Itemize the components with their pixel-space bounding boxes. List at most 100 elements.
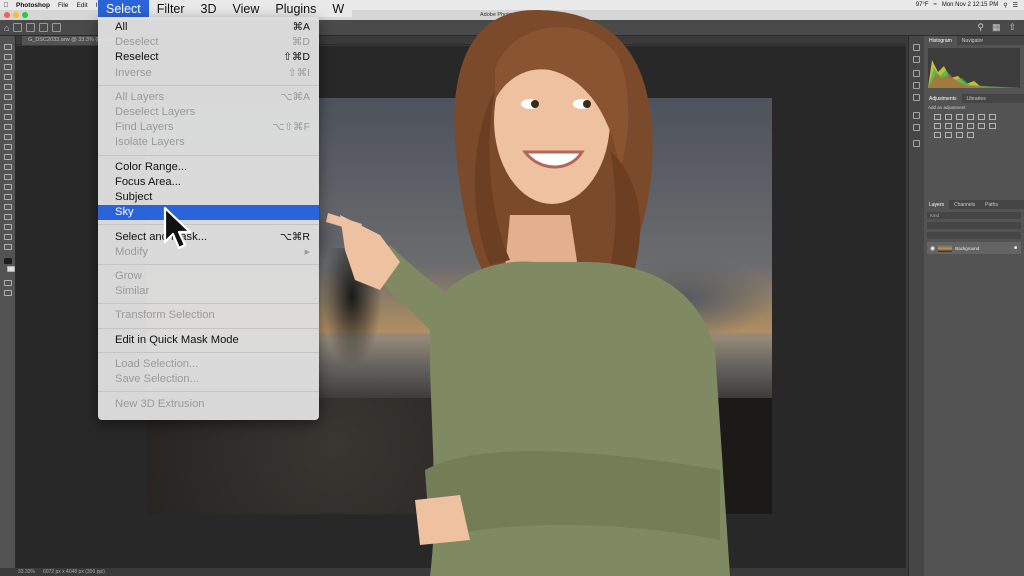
menu-item-inverse[interactable]: Inverse ⇧⌘I	[98, 66, 319, 81]
layer-filter-kind[interactable]: Kind	[927, 212, 1021, 219]
tab-navigator[interactable]: Navigator	[957, 36, 988, 45]
weather-temp[interactable]: 97°F	[916, 2, 929, 8]
properties-panel-icon[interactable]	[913, 70, 920, 77]
dodge-tool-icon[interactable]	[4, 184, 12, 190]
levels-icon[interactable]	[945, 114, 952, 120]
blur-tool-icon[interactable]	[4, 174, 12, 180]
pen-tool-icon[interactable]	[4, 194, 12, 200]
color-lookup-icon[interactable]	[978, 123, 985, 129]
paragraph-panel-icon[interactable]	[913, 124, 920, 131]
tab-libraries[interactable]: Libraries	[962, 94, 991, 103]
crop-tool-icon[interactable]	[4, 84, 12, 90]
actions-panel-icon[interactable]	[913, 56, 920, 63]
menu-app-name[interactable]: Photoshop	[12, 2, 54, 9]
tab-channels[interactable]: Channels	[949, 200, 980, 209]
curves-icon[interactable]	[956, 114, 963, 120]
menu-item-find-layers[interactable]: Find Layers ⌥⇧⌘F	[98, 120, 319, 135]
menu-item-all-layers[interactable]: All Layers ⌥⌘A	[98, 90, 319, 105]
menu-item-reselect[interactable]: Reselect ⇧⌘D	[98, 50, 319, 65]
menu-item-load-selection[interactable]: Load Selection...	[98, 357, 319, 372]
type-tool-icon[interactable]	[4, 204, 12, 210]
menu-item-deselect[interactable]: Deselect ⌘D	[98, 35, 319, 50]
gradient-map-icon[interactable]	[956, 132, 963, 138]
channel-mixer-icon[interactable]	[967, 123, 974, 129]
menu-view[interactable]: View	[225, 0, 268, 17]
vibrance-icon[interactable]	[978, 114, 985, 120]
clone-stamp-tool-icon[interactable]	[4, 134, 12, 140]
eraser-tool-icon[interactable]	[4, 154, 12, 160]
workspace-icon[interactable]: ▦	[992, 22, 1001, 33]
layer-visibility-eye-icon[interactable]: ◉	[930, 245, 935, 252]
selective-color-icon[interactable]	[967, 132, 974, 138]
document-info[interactable]: 6072 px x 4048 px (300 ppi)	[43, 569, 105, 575]
photo-filter-icon[interactable]	[956, 123, 963, 129]
background-color-swatch[interactable]	[7, 266, 15, 272]
menu-window[interactable]: W	[324, 0, 352, 17]
home-icon[interactable]: ⌂	[4, 23, 9, 33]
black-white-icon[interactable]	[945, 123, 952, 129]
apple-icon[interactable]: 	[0, 2, 12, 9]
new-selection-icon[interactable]	[26, 23, 36, 32]
menu-item-new-3d-extrusion[interactable]: New 3D Extrusion	[98, 397, 319, 412]
menu-item-sky[interactable]: Sky	[98, 205, 319, 221]
threshold-icon[interactable]	[945, 132, 952, 138]
zoom-tool-icon[interactable]	[4, 244, 12, 250]
tab-adjustments[interactable]: Adjustments	[924, 94, 962, 103]
menu-filter[interactable]: Filter	[149, 0, 193, 17]
quick-mask-icon[interactable]	[4, 280, 12, 286]
menu-edit[interactable]: Edit	[72, 2, 91, 9]
move-tool-icon[interactable]	[4, 44, 12, 50]
tab-layers[interactable]: Layers	[924, 200, 950, 209]
menu-item-all[interactable]: All ⌘A	[98, 20, 319, 35]
menu-item-quick-mask[interactable]: Edit in Quick Mask Mode	[98, 333, 319, 348]
menu-3d[interactable]: 3D	[193, 0, 225, 17]
spotlight-search-icon[interactable]: ⚲	[1003, 2, 1007, 9]
menu-select[interactable]: Select	[98, 0, 149, 17]
menu-item-color-range[interactable]: Color Range...	[98, 160, 319, 175]
menu-file[interactable]: File	[54, 2, 72, 9]
subtract-selection-icon[interactable]	[52, 23, 62, 32]
control-center-icon[interactable]: ☰	[1013, 2, 1018, 9]
marquee-tool-icon[interactable]	[4, 54, 12, 60]
lasso-tool-icon[interactable]	[4, 64, 12, 70]
brush-tool-icon[interactable]	[4, 124, 12, 130]
clock[interactable]: Mon Nov 2 12:15 PM	[942, 2, 998, 8]
quick-selection-tool-icon[interactable]	[4, 74, 12, 80]
layer-background-row[interactable]: ◉ Background ■	[927, 242, 1021, 254]
menu-item-transform-selection[interactable]: Transform Selection	[98, 308, 319, 323]
shape-tool-icon[interactable]	[4, 224, 12, 230]
minimize-window-button[interactable]	[13, 12, 19, 18]
menu-item-subject[interactable]: Subject	[98, 190, 319, 205]
gradient-tool-icon[interactable]	[4, 164, 12, 170]
history-panel-icon[interactable]	[913, 44, 920, 51]
color-balance-icon[interactable]	[934, 123, 941, 129]
posterize-icon[interactable]	[934, 132, 941, 138]
swatches-panel-icon[interactable]	[913, 94, 920, 101]
close-window-button[interactable]	[4, 12, 10, 18]
zoom-window-button[interactable]	[22, 12, 28, 18]
menu-item-grow[interactable]: Grow	[98, 269, 319, 284]
search-icon[interactable]: ⚲	[977, 22, 984, 33]
share-icon[interactable]: ⇧	[1008, 22, 1016, 33]
hue-saturation-icon[interactable]	[989, 114, 996, 120]
invert-icon[interactable]	[989, 123, 996, 129]
menu-item-select-and-mask[interactable]: Select and Mask... ⌥⌘R	[98, 230, 319, 245]
menu-item-isolate-layers[interactable]: Isolate Layers	[98, 135, 319, 150]
blend-mode-select[interactable]	[927, 222, 1021, 229]
menu-item-similar[interactable]: Similar	[98, 284, 319, 299]
wifi-icon[interactable]: ≈	[934, 2, 937, 8]
add-to-selection-icon[interactable]	[39, 23, 49, 32]
lock-options-row[interactable]	[927, 232, 1021, 239]
3d-panel-icon[interactable]	[913, 140, 920, 147]
hand-tool-icon[interactable]	[4, 234, 12, 240]
menu-item-modify[interactable]: Modify ▶	[98, 245, 319, 260]
brightness-contrast-icon[interactable]	[934, 114, 941, 120]
path-selection-tool-icon[interactable]	[4, 214, 12, 220]
menu-plugins[interactable]: Plugins	[267, 0, 324, 17]
tab-histogram[interactable]: Histogram	[924, 36, 957, 45]
screen-mode-icon[interactable]	[4, 290, 12, 296]
menu-item-deselect-layers[interactable]: Deselect Layers	[98, 105, 319, 120]
menu-item-focus-area[interactable]: Focus Area...	[98, 175, 319, 190]
info-panel-icon[interactable]	[913, 82, 920, 89]
eyedropper-tool-icon[interactable]	[4, 104, 12, 110]
